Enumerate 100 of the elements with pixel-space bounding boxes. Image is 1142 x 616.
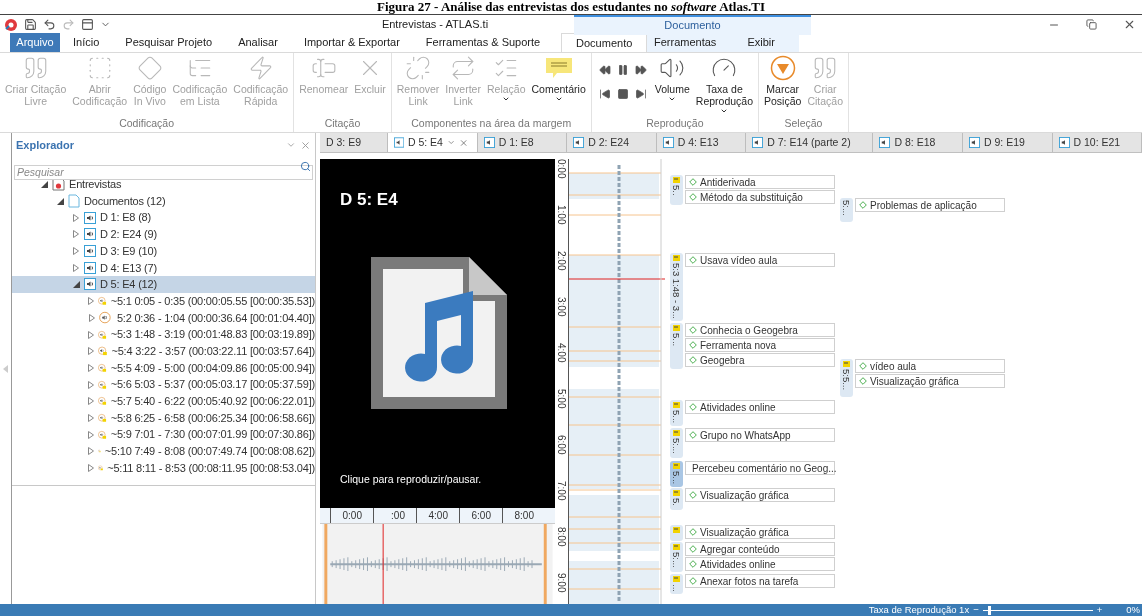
stop-button[interactable] (615, 87, 630, 101)
code-tag[interactable]: Visualização gráfica (685, 525, 835, 539)
rewind-button[interactable] (597, 63, 612, 77)
quotation-tag[interactable] (670, 525, 683, 541)
tree-item[interactable]: ~5:7 5:40 - 6:22 (00:05:40.92 [00:06:22.01]) (12, 392, 315, 410)
quotation-tag[interactable]: 5... (670, 461, 683, 487)
document-tab[interactable]: D 8: E18 (873, 133, 963, 152)
quotation-tag[interactable]: 5. (670, 488, 683, 510)
quotation-label: 5. (671, 498, 682, 506)
audio-icon (393, 137, 404, 148)
ribbon-tab[interactable]: Ferramentas & Suporte (415, 33, 551, 52)
window-layout-icon[interactable] (81, 18, 94, 31)
ribbon-button[interactable]: Marcar Posição (761, 53, 805, 115)
tree-item[interactable]: Documentos (12) (12, 192, 315, 210)
skip-back-button[interactable] (597, 87, 612, 101)
document-tab[interactable]: D 5: E4 (387, 133, 478, 152)
ribbon-tab[interactable]: Início (63, 33, 110, 52)
close-icon[interactable] (1123, 18, 1136, 31)
expanded-arrow-icon[interactable] (40, 180, 48, 188)
quotation-label: ... (671, 584, 682, 592)
audio-icon (879, 137, 891, 148)
code-tag[interactable]: Ferramenta nova (685, 338, 835, 352)
quotation-tag[interactable]: 5:5... (840, 359, 853, 397)
tree-item[interactable]: D 5: E4 (12) (12, 276, 315, 293)
undo-icon[interactable] (43, 18, 56, 31)
audio-document-icon (84, 211, 96, 224)
quotation-tag[interactable]: ... (670, 574, 683, 594)
expanded-arrow-icon[interactable] (72, 280, 80, 288)
document-tab[interactable]: D 3: E9 (320, 133, 388, 152)
document-tab[interactable]: D 9: E19 (963, 133, 1053, 152)
quotation-tag[interactable]: 5... (670, 323, 683, 369)
zoom-in-button[interactable]: + (1096, 604, 1103, 616)
dropdown-icon[interactable] (286, 140, 296, 150)
search-icon[interactable] (300, 161, 311, 172)
document-tab[interactable]: D 7: E14 (parte 2) (746, 133, 874, 152)
figure-caption: Figura 27 - Análise das entrevistas dos estudantes no software Atlas.TI (377, 0, 765, 14)
document-tab[interactable]: D 10: E21 (1052, 133, 1142, 152)
tree-item[interactable]: D 4: E13 (7) (12, 259, 315, 277)
quotation-tag[interactable]: 5:... (840, 198, 853, 222)
quotation-tag[interactable]: 5... (670, 400, 683, 426)
zoom-out-button[interactable]: − (973, 604, 979, 616)
code-tag[interactable]: Geogebra (685, 353, 835, 367)
tree-item[interactable]: ~5:6 5:03 - 5:37 (00:05:03.17 [00:05:37.59]) (12, 376, 315, 393)
document-tab[interactable]: D 2: E24 (567, 133, 657, 152)
tree-item[interactable]: ~5:10 7:49 - 8:08 (00:07:49.74 [00:08:08.62]) (12, 443, 315, 460)
audio-icon (969, 137, 980, 148)
code-tag[interactable]: Conhecia o Geogebra (685, 323, 835, 337)
tree-item[interactable]: ~5:5 4:09 - 5:00 (00:04:09.86 [00:05:00.94]) (12, 359, 315, 377)
tree-item[interactable]: ~5:9 7:01 - 7:30 (00:07:01.99 [00:07:30.86]) (12, 426, 315, 443)
ribbon-group-label: Citação (323, 116, 362, 131)
code-tag[interactable]: Problemas de aplicação (855, 198, 1005, 212)
code-tag[interactable]: Usava vídeo aula (685, 253, 835, 267)
document-tab[interactable]: D 4: E13 (656, 133, 747, 152)
tree-item[interactable]: D 1: E8 (8) (12, 209, 315, 227)
dropdown-icon[interactable] (446, 138, 456, 147)
code-tag[interactable]: Anexar fotos na tarefa (685, 574, 835, 588)
ribbon-tab[interactable]: Pesquisar Projeto (115, 33, 223, 52)
comment-icon (843, 361, 850, 367)
tree-item[interactable]: ~5:1 0:05 - 0:35 (00:00:05.55 [00:00:35.53]) (12, 292, 315, 310)
document-tab[interactable]: D 1: E8 (477, 133, 568, 152)
skip-forward-button[interactable] (633, 87, 648, 101)
code-tag[interactable]: Atividades online (685, 400, 835, 414)
ribbon-tab[interactable]: Analisar (228, 33, 288, 52)
code-tag[interactable]: Grupo no WhatsApp (685, 428, 835, 442)
code-tag[interactable]: Percebeu comentário no Geog... (685, 461, 835, 475)
tree-item[interactable]: 5:2 0:36 - 1:04 (00:00:36.64 [00:01:04.40]) (12, 309, 315, 327)
ribbon-tab[interactable]: Documento (561, 33, 648, 52)
expanded-arrow-icon[interactable] (56, 197, 64, 205)
tree-item[interactable]: D 3: E9 (10) (12, 242, 315, 260)
code-tag[interactable]: Antiderivada (685, 175, 835, 189)
time-label: 4:00 (555, 343, 567, 363)
ribbon-button[interactable]: Taxa de Reprodução (692, 53, 756, 115)
fast-forward-button[interactable] (633, 63, 648, 77)
quotation-tag[interactable]: 5:... (670, 428, 683, 458)
quotation-tag[interactable]: 5.. (670, 175, 683, 205)
slider-thumb[interactable] (988, 605, 992, 615)
waveform-drawing[interactable] (320, 523, 555, 604)
ribbon-tab[interactable]: Importar & Exportar (293, 33, 410, 52)
save-icon[interactable] (24, 18, 37, 31)
code-tag[interactable]: Visualização gráfica (855, 374, 1005, 388)
redo-icon[interactable] (62, 18, 75, 31)
ribbon-button[interactable]: Comentário (528, 53, 589, 115)
ribbon-tab[interactable]: Arquivo (10, 33, 60, 52)
tree-item[interactable]: ~5:3 1:48 - 3:19 (00:01:48.83 [00:03:19.89]) (12, 326, 315, 343)
video-panel[interactable]: D 5: E4 Clique para reproduzir/pausar. (320, 159, 555, 508)
app-logo-icon[interactable] (4, 17, 18, 32)
code-tag[interactable]: Visualização gráfica (685, 488, 835, 502)
tree-item[interactable]: D 2: E24 (9) (12, 226, 315, 243)
tree-item[interactable]: ~5:11 8:11 - 8:53 (00:08:11.95 [00:08:53.04]) (12, 459, 315, 477)
tree-item[interactable]: ~5:8 6:25 - 6:58 (00:06:25.34 [00:06:58.66]) (12, 409, 315, 427)
tree-item[interactable]: ~5:4 3:22 - 3:57 (00:03:22.11 [00:03:57.64]) (12, 342, 315, 360)
code-tag[interactable]: Método da substituição (685, 190, 835, 204)
code-tag[interactable]: Atividades online (685, 557, 835, 571)
code-tag[interactable]: vídeo aula (855, 359, 1005, 373)
restore-icon[interactable] (1086, 19, 1097, 30)
ribbon-button[interactable]: Volume (651, 53, 693, 115)
code-tag[interactable]: Agregar conteúdo (685, 542, 835, 556)
quotation-tag[interactable]: 5:... (670, 542, 683, 572)
comment-icon (673, 490, 680, 496)
quotation-tag[interactable]: 5:3 1:48 - 3... (670, 253, 683, 321)
